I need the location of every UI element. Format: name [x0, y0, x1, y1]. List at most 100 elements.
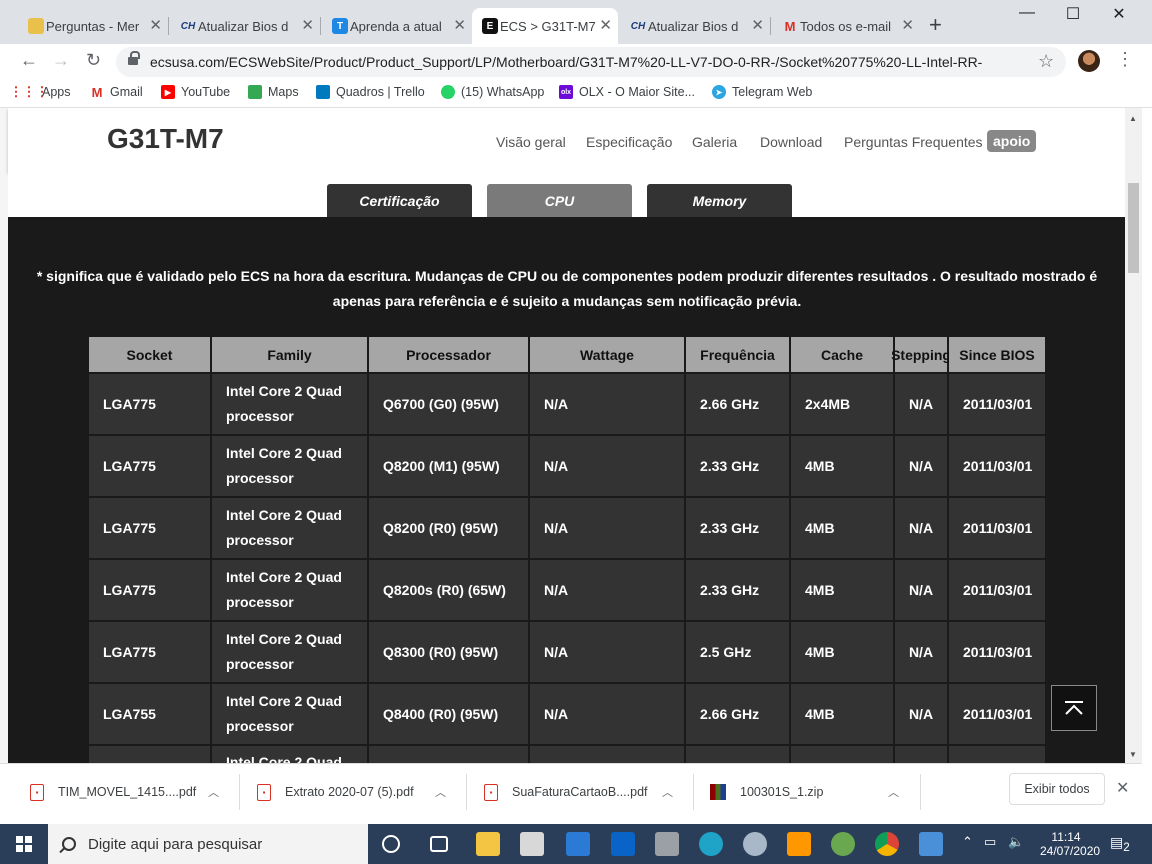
sublime-text-icon[interactable] — [787, 832, 811, 856]
cell-since-bios: 2011/03/01 — [949, 374, 1045, 434]
bookmark-star-icon[interactable]: ☆ — [1038, 51, 1054, 72]
close-window-button[interactable]: ✕ — [1097, 4, 1141, 24]
nav-perguntas-frequentes[interactable]: Perguntas Frequentes — [844, 134, 983, 150]
scroll-up-arrow-icon[interactable]: ▲ — [1129, 114, 1137, 123]
menu-kebab-icon[interactable]: ⋮ — [1116, 49, 1134, 70]
chevron-up-icon[interactable]: ︿ — [662, 784, 673, 800]
url-text[interactable]: ecsusa.com/ECSWebSite/Product/Product_Su… — [150, 54, 982, 70]
calculator-icon[interactable] — [655, 832, 679, 856]
cell-family: Intel Core 2 Quad processor — [212, 622, 367, 682]
network-icon[interactable]: ▭ — [984, 834, 996, 850]
tab-aprenda[interactable]: T Aprenda a atual ✕ — [322, 8, 472, 44]
database-icon[interactable] — [743, 832, 767, 856]
col-header-since-bios: Since BIOS — [949, 337, 1045, 372]
maps-icon — [248, 85, 262, 99]
close-icon[interactable]: ✕ — [599, 16, 612, 34]
cell-frequencia: 2.66 GHz — [686, 684, 789, 744]
cell-wattage: N/A — [530, 498, 684, 558]
tab-atualizar-bios-1[interactable]: CH Atualizar Bios d ✕ — [170, 8, 320, 44]
tab-certificacao[interactable]: Certificação — [327, 184, 472, 217]
product-header: G31T-M7 Visão geral Especificação Galeri… — [8, 108, 1125, 172]
bookmark-olx[interactable]: olx OLX - O Maior Site... — [559, 85, 695, 99]
taskbar-search-box[interactable]: Digite aqui para pesquisar — [48, 824, 368, 864]
tab-cpu[interactable]: CPU — [487, 184, 632, 217]
nav-especificacao[interactable]: Especificação — [586, 134, 672, 150]
bookmark-youtube[interactable]: ▶ YouTube — [161, 85, 230, 99]
page-right-edge — [1142, 108, 1152, 763]
cell-family: Intel Core 2 Quad processor — [212, 684, 367, 744]
cortana-icon[interactable] — [382, 835, 400, 853]
cell-frequencia: 2.33 GHz — [686, 436, 789, 496]
nav-apoio[interactable]: apoio — [987, 130, 1037, 152]
cell-frequencia: 2.5 GHz — [686, 622, 789, 682]
store-icon[interactable] — [520, 832, 544, 856]
address-bar[interactable]: ecsusa.com/ECSWebSite/Product/Product_Su… — [116, 47, 1066, 77]
col-header-wattage: Wattage — [530, 337, 684, 372]
back-to-top-button[interactable] — [1051, 685, 1097, 731]
new-tab-button[interactable]: + — [929, 12, 942, 38]
nav-visao-geral[interactable]: Visão geral — [496, 134, 566, 150]
nav-download[interactable]: Download — [760, 134, 822, 150]
reload-button[interactable]: ↻ — [86, 50, 101, 71]
close-icon[interactable]: ✕ — [453, 16, 466, 34]
show-all-downloads-button[interactable]: Exibir todos — [1009, 773, 1105, 805]
profile-avatar[interactable] — [1078, 50, 1100, 72]
cell-processador: Q8300 (R0) (95W) — [369, 622, 528, 682]
chrome-icon[interactable] — [875, 832, 899, 856]
app-icon[interactable] — [831, 832, 855, 856]
bookmark-trello[interactable]: Quadros | Trello — [316, 85, 425, 99]
tab-memory[interactable]: Memory — [647, 184, 792, 217]
bookmark-telegram[interactable]: ➤ Telegram Web — [712, 85, 812, 99]
mail-icon[interactable] — [566, 832, 590, 856]
zip-file-icon — [710, 784, 726, 800]
task-view-icon[interactable] — [430, 836, 448, 852]
page-scrollbar[interactable]: ▲ ▼ — [1125, 108, 1142, 763]
tab-gmail[interactable]: M Todos os e-mail ✕ — [772, 8, 920, 44]
clock-date: 24/07/2020 — [1040, 844, 1101, 858]
tab-perguntas[interactable]: Perguntas - Mer ✕ — [18, 8, 168, 44]
download-item[interactable]: ▪ TIM_MOVEL_1415....pdf ︿ — [30, 773, 230, 811]
table-row: LGA775 Intel Core 2 Quad processor Q8200… — [89, 560, 1047, 620]
outlook-icon[interactable] — [611, 832, 635, 856]
forum-icon — [28, 18, 44, 34]
close-icon[interactable]: ✕ — [301, 16, 314, 34]
system-clock[interactable]: 11:14 24/07/2020 — [1040, 830, 1101, 858]
maximize-button[interactable]: ☐ — [1051, 4, 1095, 24]
forward-button[interactable]: → — [52, 50, 70, 71]
table-row-partial: Intel Core 2 Quad — [89, 746, 1047, 763]
file-explorer-icon[interactable] — [476, 832, 500, 856]
download-item[interactable]: ▪ SuaFaturaCartaoB....pdf ︿ — [484, 773, 684, 811]
close-icon[interactable]: ✕ — [901, 16, 914, 34]
tab-atualizar-bios-2[interactable]: CH Atualizar Bios d ✕ — [620, 8, 770, 44]
download-item[interactable]: 100301S_1.zip ︿ — [710, 773, 910, 811]
close-icon[interactable]: ✕ — [1116, 778, 1129, 798]
nav-galeria[interactable]: Galeria — [692, 134, 737, 150]
close-icon[interactable]: ✕ — [149, 16, 162, 34]
bookmark-whatsapp[interactable]: (15) WhatsApp — [441, 85, 544, 99]
chevron-up-icon[interactable]: ︿ — [435, 784, 446, 800]
volume-icon[interactable]: 🔈 — [1008, 834, 1024, 850]
photos-icon[interactable] — [919, 832, 943, 856]
bookmark-apps[interactable]: ⋮⋮⋮ Apps — [10, 84, 71, 99]
notification-center-icon[interactable]: ▤2 — [1110, 834, 1130, 854]
tab-ecs[interactable]: E ECS > G31T-M7 ✕ — [472, 8, 618, 44]
bookmark-maps[interactable]: Maps — [248, 85, 299, 99]
search-icon — [62, 837, 76, 851]
bookmark-gmail[interactable]: M Gmail — [90, 84, 143, 100]
download-item[interactable]: ▪ Extrato 2020-07 (5).pdf ︿ — [257, 773, 457, 811]
cell-frequencia: 2.33 GHz — [686, 560, 789, 620]
windows-start-icon[interactable] — [16, 836, 32, 852]
scroll-down-arrow-icon[interactable]: ▼ — [1129, 750, 1137, 759]
scrollbar-thumb[interactable] — [1128, 183, 1139, 273]
edge-icon[interactable] — [699, 832, 723, 856]
gmail-icon: M — [91, 84, 103, 100]
chevron-up-icon[interactable]: ︿ — [888, 784, 899, 800]
windows-taskbar: Digite aqui para pesquisar ⌃ ▭ 🔈 11:14 2… — [0, 824, 1152, 864]
chevron-up-icon[interactable]: ⌃ — [962, 834, 973, 850]
col-header-processador: Processador — [369, 337, 528, 372]
minimize-button[interactable]: — — [1005, 4, 1049, 22]
close-icon[interactable]: ✕ — [751, 16, 764, 34]
back-button[interactable]: ← — [20, 50, 38, 71]
cell-socket: LGA775 — [89, 622, 210, 682]
chevron-up-icon[interactable]: ︿ — [208, 784, 219, 800]
